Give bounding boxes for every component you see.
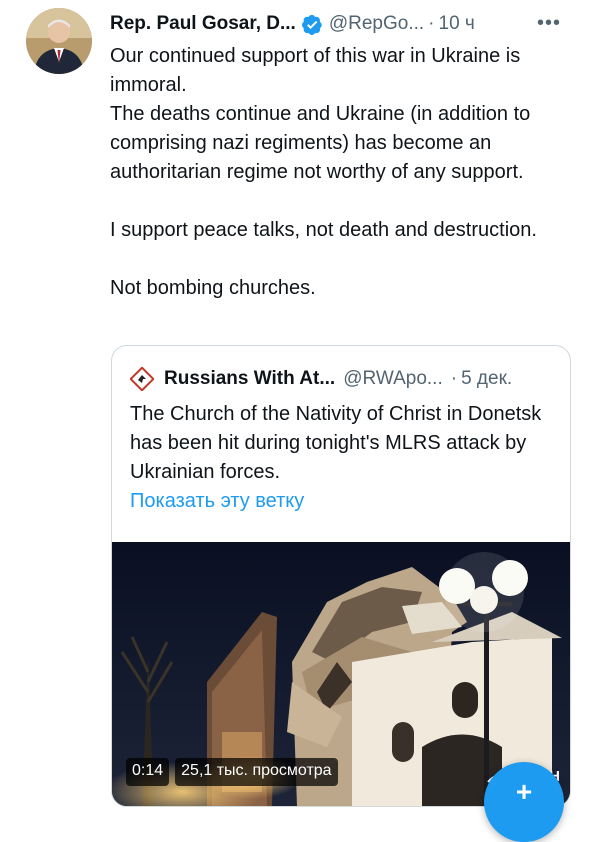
tweet-line: Not bombing churches. [110, 277, 316, 299]
compose-tweet-icon[interactable]: + [484, 762, 564, 842]
video-view-count: 25,1 тыс. просмотра [175, 758, 338, 786]
quoted-tweet-header: Russians With At... @RWApo... · 5 дек. [129, 366, 556, 392]
video-duration: 0:14 [126, 758, 170, 786]
author-name[interactable]: Rep. Paul Gosar, D... [110, 13, 296, 35]
tweet-line: The deaths continue and Ukraine (in addi… [110, 103, 531, 183]
separator-dot: · [450, 368, 458, 389]
show-thread-link[interactable]: Показать эту ветку [130, 490, 304, 513]
quoted-author-avatar[interactable] [129, 366, 155, 392]
more-horizontal-icon[interactable]: ••• [537, 12, 561, 35]
verified-badge-icon [301, 14, 323, 35]
tweet-line: Our continued support of this war in Ukr… [110, 45, 521, 96]
compose-label: + [515, 776, 533, 807]
tweet-time[interactable]: 10 ч [439, 13, 475, 35]
tweet-line: I support peace talks, not death and des… [110, 219, 537, 241]
author-avatar[interactable] [26, 8, 92, 74]
author-handle[interactable]: @RepGo... [329, 13, 424, 35]
tweet-line-break [110, 245, 580, 274]
quoted-author-name[interactable]: Russians With At... [164, 368, 335, 390]
separator-dot: · [428, 13, 435, 34]
author-photo [26, 8, 92, 74]
quoted-tweet-time[interactable]: 5 дек. [461, 368, 512, 390]
tweet-line-break [110, 187, 580, 216]
video-badges: 0:14 25,1 тыс. просмотра [126, 758, 338, 786]
quoted-tweet-text: The Church of the Nativity of Christ in … [130, 403, 542, 483]
quoted-author-handle[interactable]: @RWApo... [343, 368, 443, 390]
tweet-header: Rep. Paul Gosar, D... @RepGo... · 10 ч •… [110, 10, 583, 38]
quoted-tweet[interactable]: Russians With At... @RWApo... · 5 дек. T… [111, 345, 571, 807]
tweet-text: Our continued support of this war in Ukr… [110, 42, 580, 303]
video-player[interactable]: 0:14 25,1 тыс. просмотра РИА Н [112, 542, 570, 806]
